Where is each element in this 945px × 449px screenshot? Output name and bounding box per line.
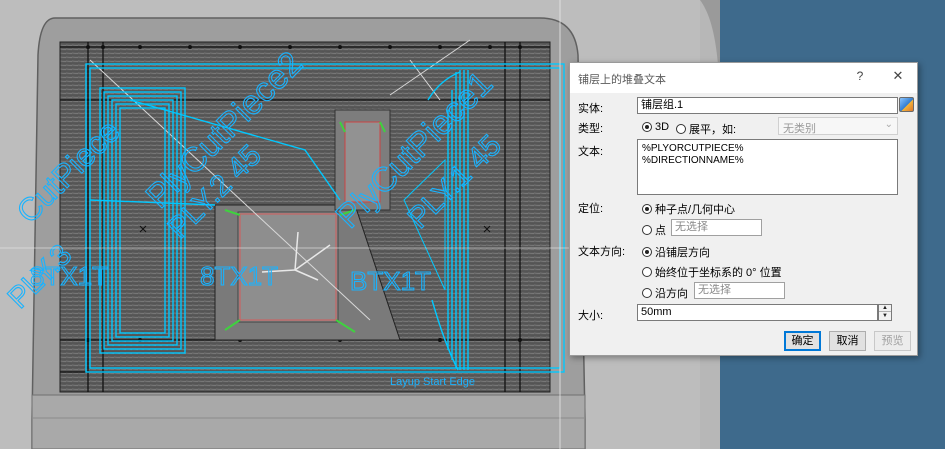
type-3d-label: 3D [655, 121, 670, 133]
position-seed-label: 种子点/几何中心 [655, 204, 736, 216]
direction-radio-axis[interactable]: 始终位于坐标系的 0° 位置 [642, 264, 782, 280]
close-icon[interactable]: ✕ [891, 68, 905, 84]
radio-on-icon [642, 204, 652, 214]
text-label: 文本: [578, 146, 604, 158]
direction-axis-label: 始终位于坐标系的 0° 位置 [655, 267, 782, 279]
text-line-2: %DIRECTIONNAME% [642, 155, 744, 166]
spin-down-icon[interactable]: ▼ [879, 313, 891, 320]
label-layup-start-edge: Layup Start Edge [390, 376, 475, 388]
label-direction-right: BTX1T [350, 266, 431, 296]
type-category-value: 无类别 [783, 123, 816, 135]
direction-along-label: 沿方向 [655, 288, 688, 300]
entity-field[interactable]: 铺层组.1 [637, 97, 898, 114]
position-radio-seed[interactable]: 种子点/几何中心 [642, 201, 735, 217]
type-flatten-label: 展平，如: [689, 124, 737, 136]
direction-ply-label: 沿铺层方向 [655, 247, 710, 259]
entity-select-icon[interactable] [899, 97, 914, 112]
cancel-button[interactable]: 取消 [829, 331, 866, 351]
label-direction-middle: 8TX1T [200, 261, 278, 291]
radio-off-icon [642, 267, 652, 277]
help-icon[interactable]: ? [853, 69, 867, 83]
spin-up-icon[interactable]: ▲ [879, 305, 891, 312]
direction-label: 文本方向: [578, 246, 626, 258]
text-input-area[interactable]: %PLYORCUTPIECE% %DIRECTIONNAME% [637, 139, 898, 195]
radio-off-icon [676, 124, 686, 134]
size-field[interactable]: 50mm [637, 304, 878, 321]
dialog-title: 铺层上的堆叠文本 [578, 74, 666, 86]
direction-along-field[interactable]: 无选择 [694, 282, 785, 299]
position-point-field[interactable]: 无选择 [671, 219, 762, 236]
radio-on-icon [642, 122, 652, 132]
radio-on-icon [642, 247, 652, 257]
direction-radio-along[interactable]: 沿方向 [642, 285, 688, 301]
text-line-1: %PLYORCUTPIECE% [642, 143, 744, 154]
stacking-text-dialog: 铺层上的堆叠文本 ? ✕ 实体: 铺层组.1 类型: 3D 展平，如: 无类别 … [569, 62, 918, 356]
direction-radio-ply[interactable]: 沿铺层方向 [642, 244, 710, 260]
size-spinner[interactable]: ▲ ▼ [878, 304, 892, 321]
chevron-down-icon: ⌄ [884, 119, 893, 130]
type-radio-flatten[interactable]: 展平，如: [676, 121, 736, 137]
ok-button[interactable]: 确定 [784, 331, 821, 351]
size-label: 大小: [578, 310, 604, 322]
position-radio-point[interactable]: 点 [642, 222, 666, 238]
radio-off-icon [642, 288, 652, 298]
type-radio-3d[interactable]: 3D [642, 121, 669, 133]
dialog-titlebar[interactable]: 铺层上的堆叠文本 ? ✕ [570, 63, 917, 93]
type-category-select[interactable]: 无类别 ⌄ [778, 117, 898, 135]
entity-label: 实体: [578, 103, 604, 115]
preview-button[interactable]: 预览 [874, 331, 911, 351]
position-label: 定位: [578, 203, 604, 215]
type-label: 类型: [578, 123, 604, 135]
label-direction-left: 8TX1T [30, 261, 108, 291]
radio-off-icon [642, 225, 652, 235]
position-point-label: 点 [655, 225, 666, 237]
